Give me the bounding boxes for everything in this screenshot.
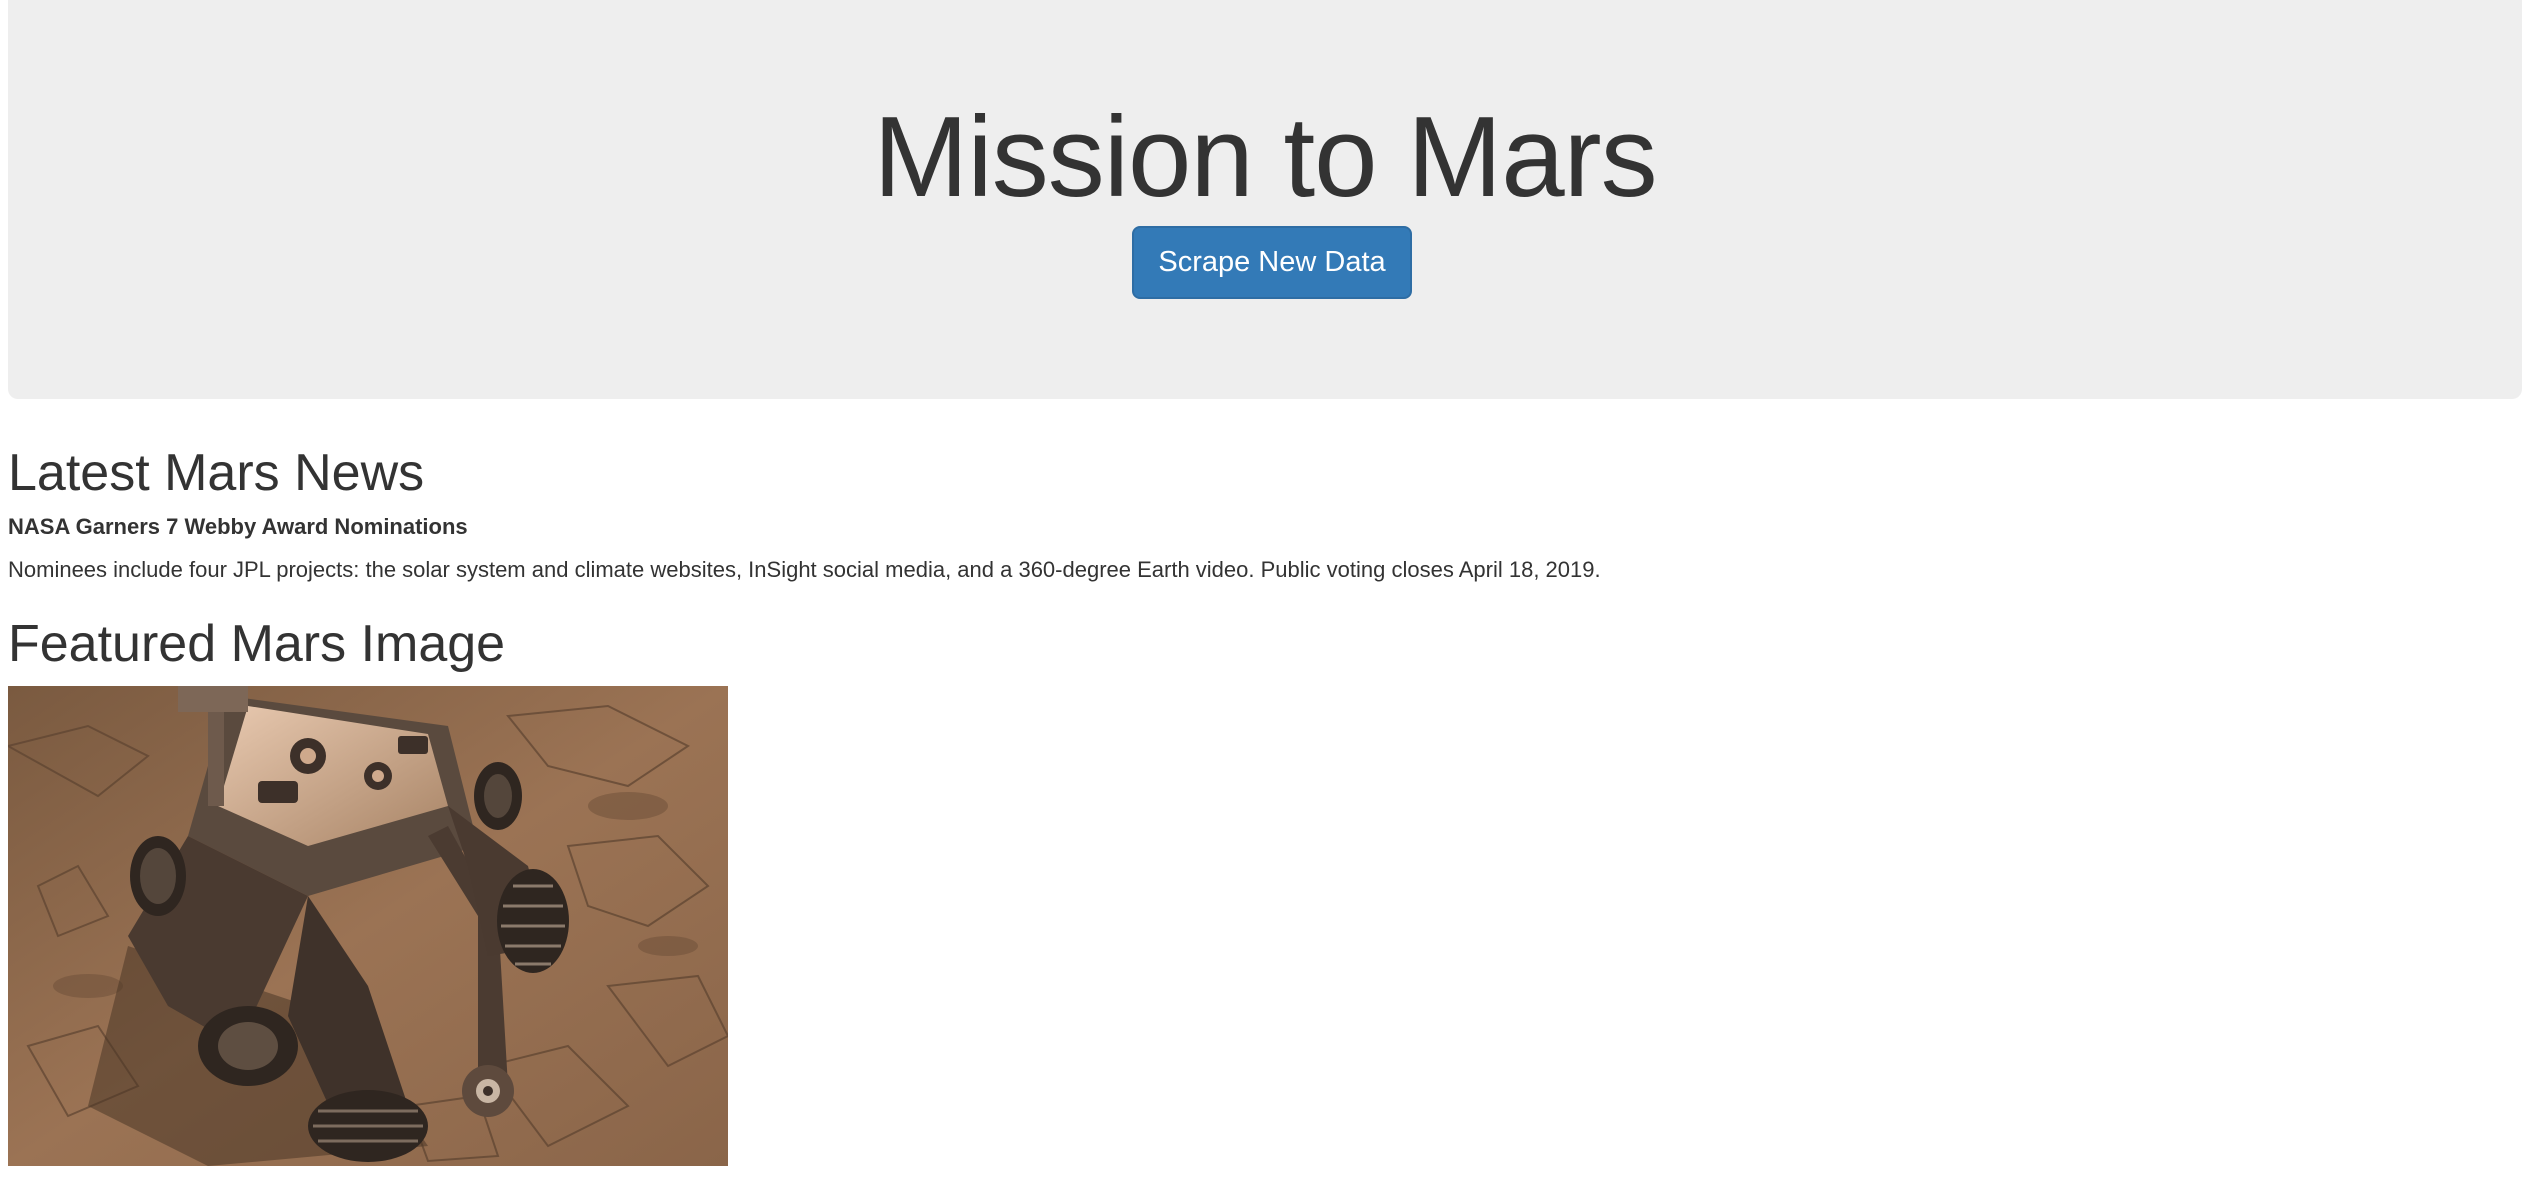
page-title: Mission to Mars (873, 94, 1657, 221)
jumbotron: Mission to Mars Scrape New Data (8, 0, 2522, 399)
featured-mars-image (8, 686, 728, 1166)
featured-image-heading: Featured Mars Image (8, 615, 506, 673)
scrape-new-data-button[interactable]: Scrape New Data (1132, 226, 1412, 299)
curiosity-rover-illustration (8, 686, 728, 1166)
news-paragraph: Nominees include four JPL projects: the … (8, 557, 1601, 582)
latest-news-heading: Latest Mars News (8, 444, 425, 502)
page-container: Mission to Mars Scrape New Data Latest M… (0, 0, 2530, 1198)
news-title: NASA Garners 7 Webby Award Nominations (8, 514, 468, 539)
